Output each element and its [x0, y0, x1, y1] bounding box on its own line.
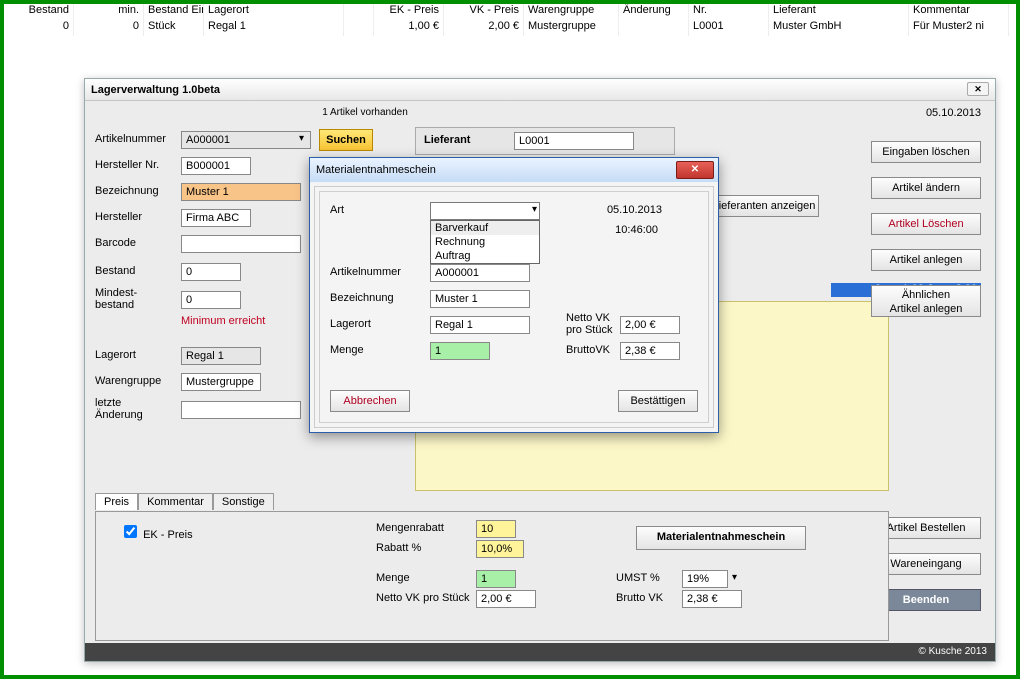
ek-preis-checkbox[interactable]: EK - Preis [120, 522, 193, 541]
barcode-input[interactable] [181, 235, 301, 253]
nettovk-label: Netto VK pro Stück [376, 592, 470, 604]
abbrechen-button[interactable]: Abbrechen [330, 390, 410, 412]
dlg-lager-label: Lagerort [330, 318, 371, 330]
letzte-aenderung-input[interactable] [181, 401, 301, 419]
artikel-loeschen-button[interactable]: Artikel Löschen [871, 213, 981, 235]
barcode-label: Barcode [95, 237, 136, 249]
dialog-time: 10:46:00 [615, 224, 658, 236]
artikelnummer-combo[interactable]: A000001 [181, 131, 311, 149]
suchen-button[interactable]: Suchen [319, 129, 373, 151]
eingaben-loeschen-button[interactable]: Eingaben löschen [871, 141, 981, 163]
tab-kommentar[interactable]: Kommentar [138, 493, 213, 510]
artikel-aendern-button[interactable]: Artikel ändern [871, 177, 981, 199]
art-option-barverkauf[interactable]: Barverkauf [431, 221, 539, 235]
aehnlichen-artikel-button[interactable]: Ähnlichen Artikel anlegen [871, 285, 981, 317]
rabatt-label: Rabatt % [376, 542, 421, 554]
warengruppe-label: Warengruppe [95, 375, 161, 387]
col-einheit: Bestand Einheit [144, 4, 204, 20]
bestand-label: Bestand [95, 265, 135, 277]
col-bestand: Bestand [4, 4, 74, 20]
art-label: Art [330, 204, 344, 216]
minimum-reached-text: Minimum erreicht [181, 315, 265, 327]
dlg-nettovk-input[interactable]: 2,00 € [620, 316, 680, 334]
col-lieferant: Lieferant [769, 4, 909, 20]
menge-input[interactable]: 1 [476, 570, 516, 588]
tab-body-preis: EK - Preis Mengenrabatt 10 Rabatt % 10,0… [95, 511, 889, 641]
bestaetigen-button[interactable]: Bestättigen [618, 390, 698, 412]
window-title: Lagerverwaltung 1.0beta [91, 84, 220, 96]
rabatt-input[interactable]: 10,0% [476, 540, 524, 558]
chevron-down-icon[interactable]: ▾ [299, 133, 304, 144]
menge-label: Menge [376, 572, 410, 584]
art-dropdown[interactable]: Barverkauf Rechnung Auftrag [430, 220, 540, 264]
dlg-bez-input[interactable]: Muster 1 [430, 290, 530, 308]
artikelnummer-label: Artikelnummer [95, 133, 166, 145]
dlg-lager-input[interactable]: Regal 1 [430, 316, 530, 334]
window-title-bar: Lagerverwaltung 1.0beta ✕ [85, 79, 995, 101]
lieferant-input[interactable]: L0001 [514, 132, 634, 150]
dlg-artnr-input[interactable]: A000001 [430, 264, 530, 282]
tab-preis[interactable]: Preis [95, 493, 138, 510]
letzte-aenderung-label: letzte Änderung [95, 397, 143, 421]
mengenrabatt-input[interactable]: 10 [476, 520, 516, 538]
main-window: Lagerverwaltung 1.0beta ✕ 1 Artikel vorh… [84, 78, 996, 662]
artikel-anlegen-button[interactable]: Artikel anlegen [871, 249, 981, 271]
dlg-artnr-label: Artikelnummer [330, 266, 401, 278]
tab-strip: Preis Kommentar Sonstige [95, 493, 274, 510]
dlg-nettovk-label: Netto VK pro Stück [566, 312, 612, 336]
warengruppe-input[interactable]: Mustergruppe [181, 373, 261, 391]
dlg-menge-input[interactable]: 1 [430, 342, 490, 360]
article-count: 1 Artikel vorhanden [95, 107, 635, 125]
sheet-header: Bestand min. Bestand Einheit Lagerort EK… [4, 4, 1016, 20]
dlg-bruttovk-label: BruttoVK [566, 344, 610, 356]
dialog-title-bar: Materialentnahmeschein ✕ [310, 158, 718, 182]
hersteller-input[interactable]: Firma ABC [181, 209, 251, 227]
dialog-title: Materialentnahmeschein [316, 164, 436, 176]
dlg-bruttovk-input[interactable]: 2,38 € [620, 342, 680, 360]
sheet-row: 0 0 Stück Regal 1 1,00 € 2,00 € Mustergr… [4, 20, 1016, 36]
bezeichnung-input[interactable]: Muster 1 [181, 183, 301, 201]
header-date: 05.10.2013 [926, 107, 981, 119]
close-icon[interactable]: ✕ [967, 82, 989, 96]
mengenrabatt-label: Mengenrabatt [376, 522, 444, 534]
col-spacer [344, 4, 374, 20]
col-vk: VK - Preis [444, 4, 524, 20]
chevron-down-icon[interactable]: ▾ [732, 572, 737, 583]
col-warengruppe: Warengruppe [524, 4, 619, 20]
umst-label: UMST % [616, 572, 660, 584]
dlg-bez-label: Bezeichnung [330, 292, 394, 304]
dialog-date: 05.10.2013 [607, 204, 662, 216]
art-combo[interactable] [430, 202, 540, 220]
nettovk-input[interactable]: 2,00 € [476, 590, 536, 608]
mindestbestand-label: Mindest- bestand [95, 287, 137, 311]
col-aenderung: Änderung [619, 4, 689, 20]
herstellernr-label: Hersteller Nr. [95, 159, 159, 171]
dlg-menge-label: Menge [330, 344, 364, 356]
col-ek: EK - Preis [374, 4, 444, 20]
materialentnahmeschein-button[interactable]: Materialentnahmeschein [636, 526, 806, 550]
col-lagerort: Lagerort [204, 4, 344, 20]
tab-sonstige[interactable]: Sonstige [213, 493, 274, 510]
lieferant-panel: Lieferant L0001 [415, 127, 675, 155]
hersteller-label: Hersteller [95, 211, 142, 223]
lagerort-input[interactable]: Regal 1 [181, 347, 261, 365]
umst-combo[interactable]: 19% [682, 570, 728, 588]
herstellernr-input[interactable]: B000001 [181, 157, 251, 175]
dialog-close-icon[interactable]: ✕ [676, 161, 714, 179]
art-option-auftrag[interactable]: Auftrag [431, 249, 539, 263]
lagerort-label: Lagerort [95, 349, 136, 361]
bruttovk-label: Brutto VK [616, 592, 663, 604]
bruttovk-input[interactable]: 2,38 € [682, 590, 742, 608]
lieferanten-anzeigen-button[interactable]: Lieferanten anzeigen [709, 195, 819, 217]
col-nr: Nr. [689, 4, 769, 20]
lieferant-label: Lieferant [424, 134, 470, 146]
mindestbestand-input[interactable]: 0 [181, 291, 241, 309]
material-dialog: Materialentnahmeschein ✕ Art Barverkauf … [309, 157, 719, 433]
col-kommentar: Kommentar [909, 4, 1009, 20]
col-min: min. [74, 4, 144, 20]
footer-copyright: © Kusche 2013 [85, 643, 995, 661]
bestand-input[interactable]: 0 [181, 263, 241, 281]
art-option-rechnung[interactable]: Rechnung [431, 235, 539, 249]
bezeichnung-label: Bezeichnung [95, 185, 159, 197]
